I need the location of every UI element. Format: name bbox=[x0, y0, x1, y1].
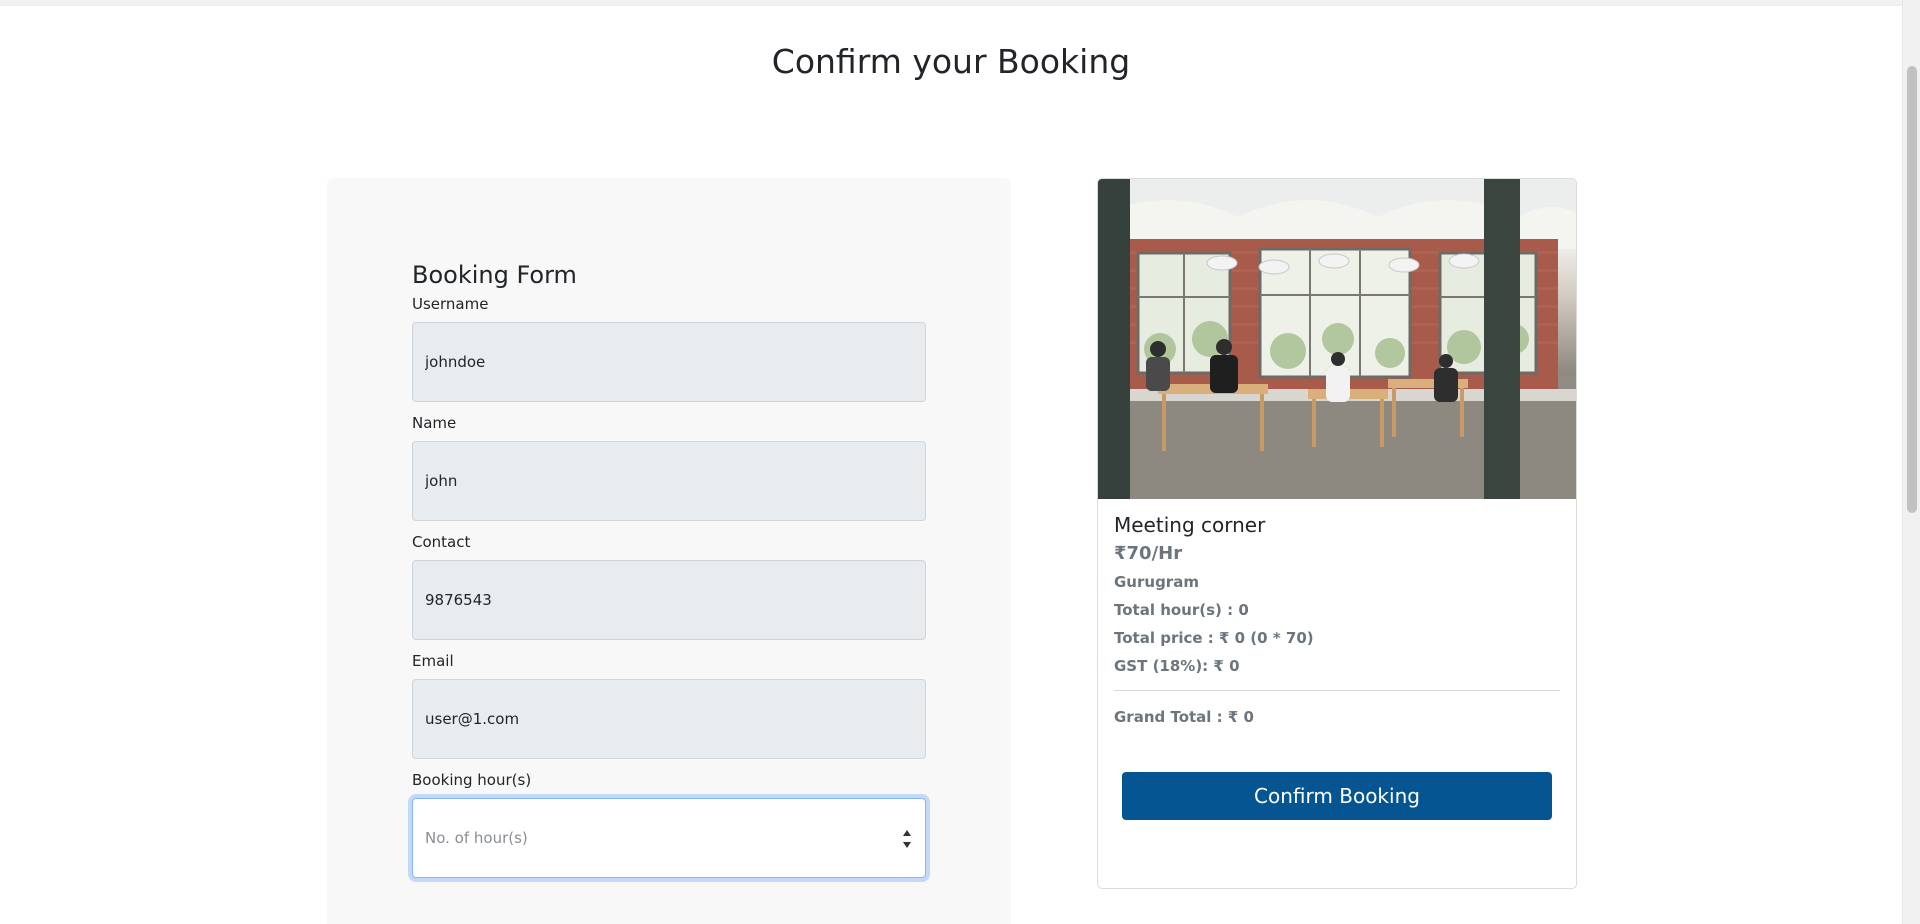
top-border bbox=[0, 0, 1902, 6]
name-input[interactable] bbox=[412, 441, 926, 521]
confirm-booking-button[interactable]: Confirm Booking bbox=[1122, 772, 1552, 820]
username-label: Username bbox=[412, 295, 489, 313]
hours-input-wrapper bbox=[412, 798, 926, 878]
email-input[interactable] bbox=[412, 679, 926, 759]
space-photo bbox=[1098, 179, 1576, 499]
contact-input[interactable] bbox=[412, 560, 926, 640]
summary-divider bbox=[1114, 690, 1560, 691]
scrollbar-thumb[interactable] bbox=[1907, 66, 1917, 513]
booking-form: Booking Form Username Name Contact Email… bbox=[412, 261, 926, 890]
grand-total-text: Grand Total : ₹ 0 bbox=[1114, 708, 1254, 726]
spinner-down-icon[interactable] bbox=[903, 842, 911, 848]
total-price-text: Total price : ₹ 0 (0 * 70) bbox=[1114, 629, 1314, 647]
spinner-up-icon[interactable] bbox=[903, 830, 911, 836]
contact-field-group: Contact bbox=[412, 533, 926, 640]
email-field-group: Email bbox=[412, 652, 926, 759]
name-field-group: Name bbox=[412, 414, 926, 521]
space-summary-card: Meeting corner ₹70/Hr Gurugram Total hou… bbox=[1097, 178, 1577, 889]
number-spinner[interactable] bbox=[901, 830, 913, 848]
hours-input[interactable] bbox=[413, 799, 925, 877]
page-title: Confirm your Booking bbox=[771, 42, 1131, 81]
contact-label: Contact bbox=[412, 533, 471, 551]
gst-text: GST (18%): ₹ 0 bbox=[1114, 657, 1240, 675]
total-hours-text: Total hour(s) : 0 bbox=[1114, 601, 1249, 619]
page-scrollbar[interactable] bbox=[1902, 0, 1920, 924]
form-title: Booking Form bbox=[412, 261, 577, 289]
name-label: Name bbox=[412, 414, 457, 432]
space-details: Meeting corner ₹70/Hr Gurugram Total hou… bbox=[1098, 499, 1576, 820]
space-price: ₹70/Hr bbox=[1114, 543, 1183, 564]
email-label: Email bbox=[412, 652, 454, 670]
coworking-room-illustration bbox=[1098, 179, 1576, 499]
username-field-group: Username bbox=[412, 295, 926, 402]
hours-field-group: Booking hour(s) bbox=[412, 771, 926, 878]
space-name: Meeting corner bbox=[1114, 513, 1266, 537]
space-location: Gurugram bbox=[1114, 573, 1199, 591]
booking-form-panel: Booking Form Username Name Contact Email… bbox=[327, 178, 1011, 924]
hours-label: Booking hour(s) bbox=[412, 771, 532, 789]
username-input[interactable] bbox=[412, 322, 926, 402]
